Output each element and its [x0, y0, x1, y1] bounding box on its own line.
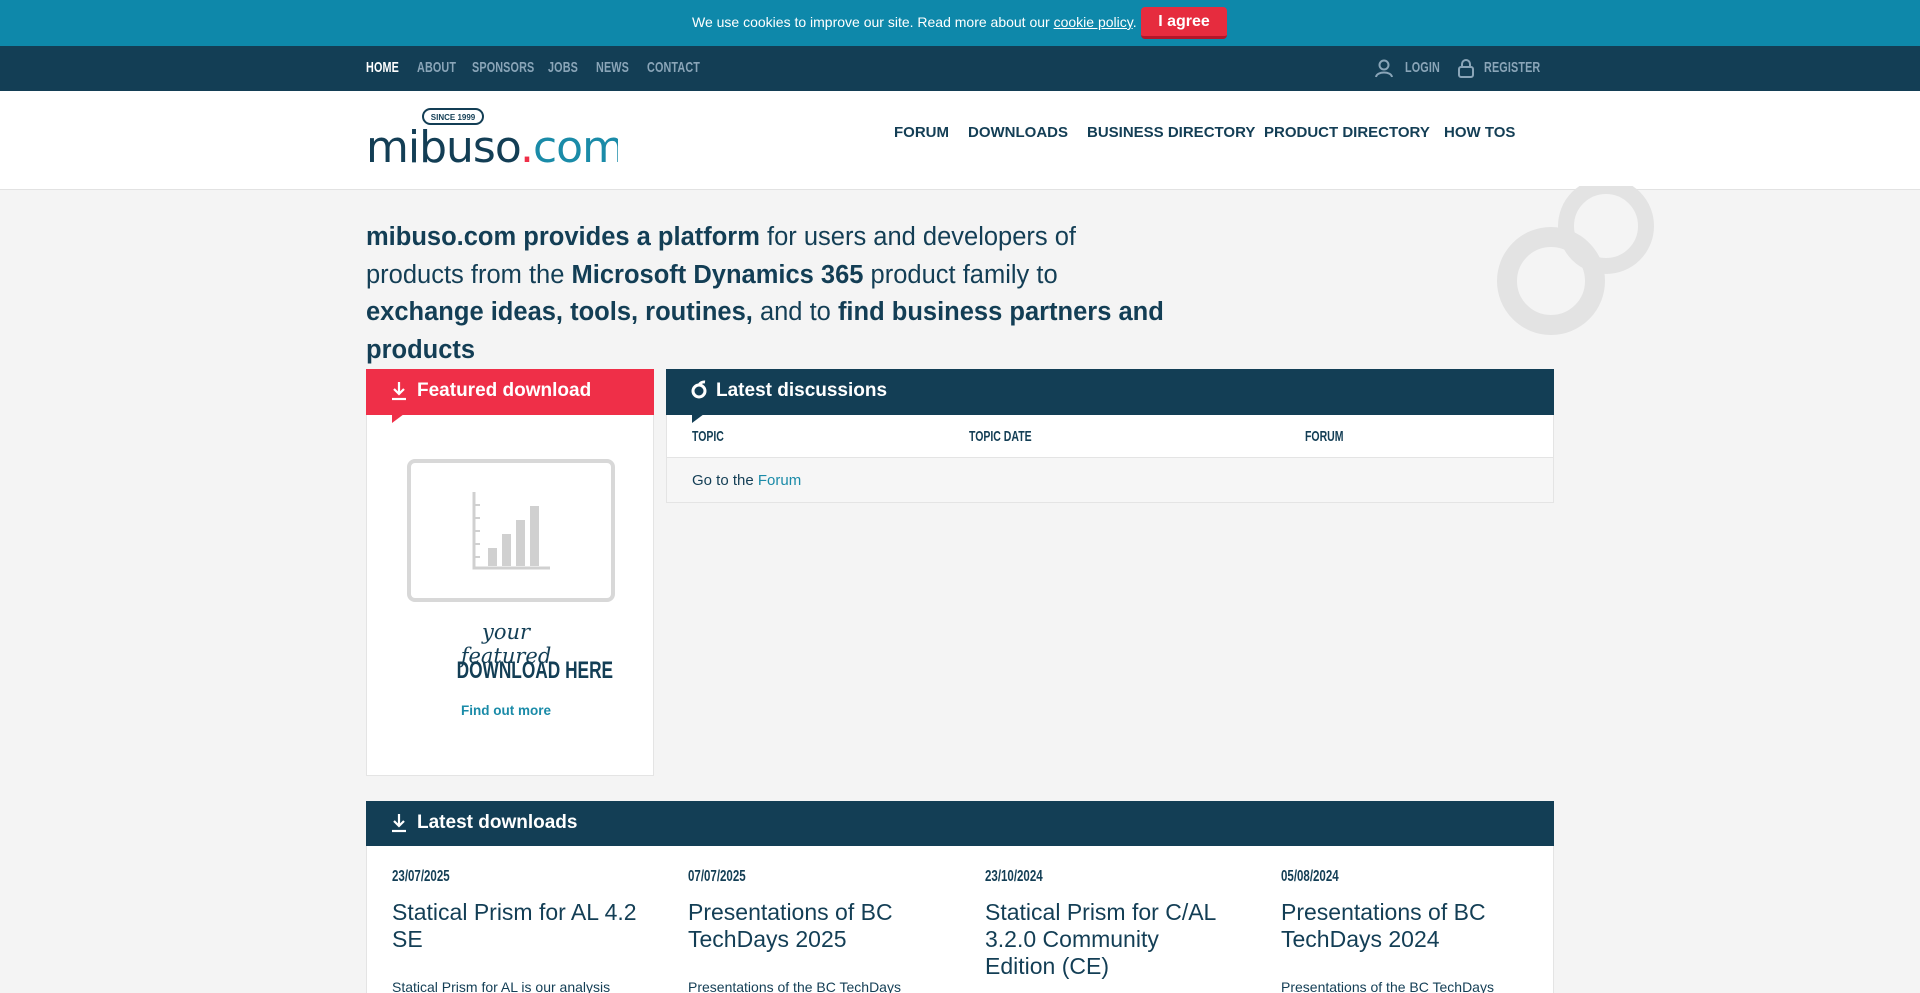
- download-title-link[interactable]: Presentations of BC TechDays 2024: [1281, 899, 1531, 953]
- featured-big-text: DOWNLOAD HERE: [456, 657, 614, 684]
- site-header: [0, 91, 1920, 190]
- topnav-jobs[interactable]: JOBS: [548, 59, 578, 76]
- discussions-header-tab: [692, 414, 704, 423]
- hero-part: exchange ideas, tools, routines,: [366, 298, 753, 326]
- site-logo[interactable]: SINCE 1999 mibuso.com: [366, 107, 618, 167]
- hero-text: mibuso.com provides a platform for users…: [366, 219, 1166, 369]
- download-description: Presentations of the BC TechDays: [1281, 979, 1494, 993]
- login-link[interactable]: LOGIN: [1405, 59, 1440, 76]
- mainnav-how-tos[interactable]: HOW TOS: [1444, 124, 1515, 141]
- go-to-text: Go to the: [692, 472, 758, 489]
- forum-link[interactable]: Forum: [758, 472, 801, 489]
- logo-tld: com: [533, 122, 618, 167]
- chart-placeholder-icon: [472, 492, 550, 570]
- download-date: 05/08/2024: [1281, 868, 1339, 885]
- latest-discussions-title: Latest discussions: [716, 380, 888, 401]
- logo-name: mibuso: [366, 122, 520, 167]
- download-icon: [392, 814, 406, 833]
- download-description: Statical Prism for AL is our analysis: [392, 979, 611, 993]
- user-icon[interactable]: [1374, 58, 1394, 78]
- cookie-policy-link[interactable]: cookie policy: [1054, 14, 1133, 30]
- logo-badge: SINCE 1999: [431, 113, 476, 122]
- column-topic-date: TOPIC DATE: [969, 428, 1032, 445]
- logo-dot: .: [520, 122, 533, 167]
- hero-part: product family to: [863, 260, 1058, 289]
- download-date: 07/07/2025: [688, 868, 746, 885]
- topnav-news[interactable]: NEWS: [596, 59, 629, 76]
- column-topic: TOPIC: [692, 428, 724, 445]
- svg-text:mibuso.com: mibuso.com: [366, 122, 618, 167]
- download-icon: [392, 382, 406, 401]
- featured-header-tab: [392, 414, 404, 423]
- mainnav-downloads[interactable]: DOWNLOADS: [968, 124, 1068, 141]
- download-description: Presentations of the BC TechDays: [688, 979, 901, 993]
- featured-download-title: Featured download: [417, 380, 592, 401]
- latest-downloads-header: Latest downloads: [366, 801, 1554, 846]
- cookie-period: .: [1132, 14, 1137, 30]
- hero-part: Microsoft Dynamics 365: [571, 260, 864, 289]
- topnav-home[interactable]: HOME: [366, 59, 399, 76]
- register-link[interactable]: REGISTER: [1484, 59, 1540, 76]
- download-title-link[interactable]: Statical Prism for C/AL 3.2.0 Community …: [985, 899, 1235, 980]
- decorative-rings: [1497, 186, 1654, 335]
- hero-part: and to: [752, 298, 838, 326]
- mainnav-forum[interactable]: FORUM: [894, 124, 949, 141]
- download-date: 23/10/2024: [985, 868, 1043, 885]
- download-title-link[interactable]: Statical Prism for AL 4.2 SE: [392, 899, 642, 953]
- discussion-icon: [691, 380, 707, 399]
- agree-button[interactable]: I agree: [1141, 7, 1227, 39]
- cookie-text: We use cookies to improve our site. Read…: [692, 14, 1054, 30]
- column-forum: FORUM: [1305, 428, 1344, 445]
- hero-part: mibuso.com provides a platform: [366, 223, 760, 251]
- find-out-more-link[interactable]: Find out more: [440, 703, 572, 718]
- go-to-forum-text: Go to the Forum: [692, 472, 801, 489]
- latest-discussions-header: Latest discussions: [666, 369, 1554, 415]
- top-nav-bar: [0, 46, 1920, 91]
- featured-download-header: Featured download: [366, 369, 654, 415]
- topnav-about[interactable]: ABOUT: [417, 59, 456, 76]
- lock-icon[interactable]: [1457, 58, 1475, 78]
- mainnav-product-directory[interactable]: PRODUCT DIRECTORY: [1264, 124, 1430, 141]
- download-date: 23/07/2025: [392, 868, 450, 885]
- topnav-contact[interactable]: CONTACT: [647, 59, 700, 76]
- topnav-sponsors[interactable]: SPONSORS: [472, 59, 534, 76]
- latest-downloads-title: Latest downloads: [417, 812, 578, 833]
- cookie-message: We use cookies to improve our site. Read…: [692, 14, 1137, 30]
- mainnav-business-directory[interactable]: BUSINESS DIRECTORY: [1087, 124, 1255, 141]
- download-title-link[interactable]: Presentations of BC TechDays 2025: [688, 899, 938, 953]
